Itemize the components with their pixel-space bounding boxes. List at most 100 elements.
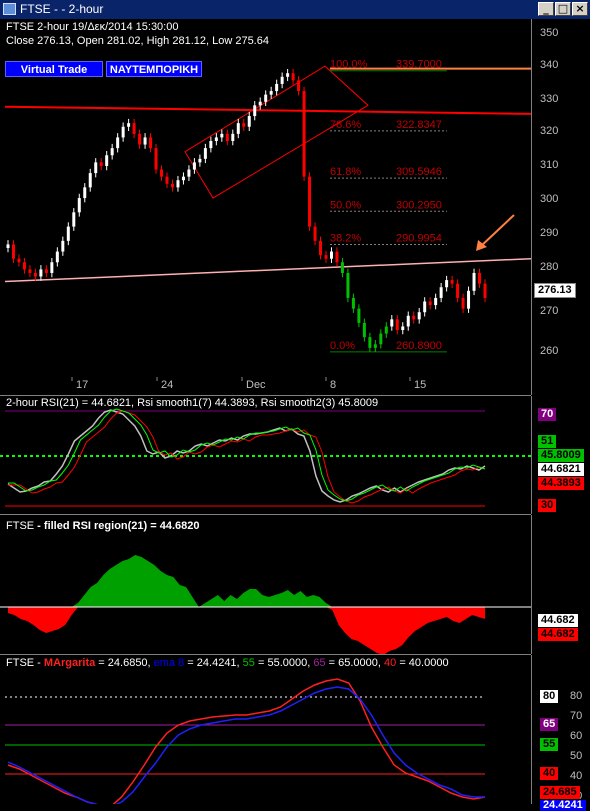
candle-body xyxy=(220,133,224,138)
margarita-header-part: = 40.0000 xyxy=(396,657,449,669)
candle-body xyxy=(302,91,306,177)
maximize-button[interactable]: □ xyxy=(555,2,571,16)
margarita-tick: 70 xyxy=(570,710,583,722)
margarita-header-part: = 55.0000, xyxy=(254,657,314,669)
candle-body xyxy=(209,141,213,149)
candle-body xyxy=(297,80,301,92)
candle-body xyxy=(225,133,229,141)
candle-body xyxy=(335,251,339,263)
minimize-button[interactable]: _ xyxy=(538,2,554,16)
fib-value-label: 300.2950 xyxy=(396,199,442,211)
candle-body xyxy=(456,283,460,298)
candle-body xyxy=(105,155,109,166)
candle-body xyxy=(269,91,273,95)
candle-body xyxy=(22,262,26,270)
rsi-pane[interactable]: 2-hour RSI(21) = 44.6821, Rsi smooth1(7)… xyxy=(0,396,531,515)
margarita-header-part: 65 xyxy=(313,657,326,669)
price-tick: 270 xyxy=(540,305,559,317)
candle-body xyxy=(116,137,120,149)
price-pane[interactable]: 100.0% 339.7000 78.6% 322.8347 61.8% 309.5946… xyxy=(0,19,531,396)
close-button[interactable]: × xyxy=(572,2,588,16)
marg-badge-80: 80 xyxy=(540,690,559,703)
virtual-trade-button[interactable]: Virtual Trade xyxy=(5,61,103,77)
marg-badge-40: 40 xyxy=(540,767,559,780)
candle-body xyxy=(434,297,438,306)
candle-body xyxy=(340,262,344,273)
candle-body xyxy=(412,315,416,320)
fib-value-label: 309.5946 xyxy=(396,166,442,178)
candle-body xyxy=(187,169,191,177)
candle-body xyxy=(154,148,158,170)
candle-body xyxy=(373,344,377,348)
margarita-header-part: = 24.4241, xyxy=(184,657,243,669)
candle-body xyxy=(55,251,59,263)
candle-body xyxy=(467,290,471,309)
filled-rsi-scale[interactable]: 44.682 44.682 xyxy=(531,515,590,654)
margarita-header: FTSE - MArgarita = 24.6850, ema 8 = 24.4… xyxy=(6,657,449,669)
candle-body xyxy=(181,176,185,181)
candle-body xyxy=(428,301,432,306)
candle-body xyxy=(368,337,372,348)
candle-body xyxy=(44,269,48,273)
rsi-badge-51: 51 xyxy=(538,435,557,448)
fib-pct-label: 50.0% xyxy=(330,199,361,211)
price-scale[interactable]: 350 340 330 320 310 300 290 280 270 260 … xyxy=(531,19,590,395)
candle-body xyxy=(351,297,355,309)
window-titlebar[interactable]: FTSE - - 2-hour _ □ × xyxy=(0,0,590,20)
candle-body xyxy=(280,76,284,84)
rsi-badge-value: 44.6821 xyxy=(538,463,584,476)
candle-body xyxy=(176,180,180,188)
filled-rsi-title: - filled RSI region(21) = 44.6820 xyxy=(34,520,200,532)
margarita-scale[interactable]: 80 70 60 50 40 30 80 65 55 40 24.685 24.… xyxy=(531,655,590,811)
candle-body xyxy=(138,133,142,145)
price-tick: 290 xyxy=(540,227,559,239)
rsi-chart[interactable] xyxy=(0,396,531,514)
margarita-chart[interactable] xyxy=(0,655,531,804)
margarita-header-part: = 24.6850, xyxy=(95,657,154,669)
marg-badge-65: 65 xyxy=(540,718,559,731)
candle-body xyxy=(61,240,65,252)
margarita-header-part: 55 xyxy=(242,657,255,669)
fib-pct-label: 61.8% xyxy=(330,166,361,178)
candle-body xyxy=(198,158,202,163)
date-label: 15 xyxy=(414,379,426,391)
candle-body xyxy=(472,272,476,291)
margarita-header-part: 40 xyxy=(384,657,397,669)
filled-rsi-badge-red: 44.682 xyxy=(538,628,578,641)
candle-body xyxy=(6,244,10,248)
filled-rsi-chart[interactable] xyxy=(0,515,531,654)
fib-pct-label: 0.0% xyxy=(330,340,355,352)
rsi-badge-smooth2: 45.8009 xyxy=(538,449,584,462)
candle-body xyxy=(33,272,37,277)
rsi-below-region xyxy=(8,607,485,654)
margarita-tick: 40 xyxy=(570,770,583,782)
candle-body xyxy=(203,148,207,159)
fib-value-label: 260.8900 xyxy=(396,340,442,352)
app-icon xyxy=(3,3,16,15)
candle-body xyxy=(39,269,43,277)
candle-body xyxy=(264,94,268,102)
candle-body xyxy=(461,297,465,309)
candle-body xyxy=(324,255,328,259)
rsi-above-region xyxy=(8,555,485,607)
rsi-scale[interactable]: 70 51 45.8009 44.6821 44.3893 30 xyxy=(531,396,590,514)
candle-body xyxy=(192,162,196,170)
margarita-header-part: FTSE xyxy=(6,657,35,669)
filled-rsi-pane[interactable]: FTSE - filled RSI region(21) = 44.6820 xyxy=(0,515,531,655)
candle-body xyxy=(214,137,218,141)
price-tick: 300 xyxy=(540,193,559,205)
naftemporiki-button[interactable]: ΝΑΥΤΕΜΠΟΡΙΚΗ xyxy=(106,61,202,77)
candle-body xyxy=(94,162,98,174)
margarita-header-part: ema 8 xyxy=(153,657,185,669)
candle-body xyxy=(406,315,410,327)
marg-badge-margarita: 24.685 xyxy=(540,786,580,799)
margarita-tick: 50 xyxy=(570,750,583,762)
candle-body xyxy=(362,322,366,338)
candle-body xyxy=(132,123,136,134)
window-title: FTSE - - 2-hour xyxy=(20,2,104,16)
marg-badge-ema: 24.4241 xyxy=(540,800,586,811)
candle-body xyxy=(401,326,405,331)
margarita-pane[interactable]: FTSE - MArgarita = 24.6850, ema 8 = 24.4… xyxy=(0,655,531,804)
candle-body xyxy=(357,308,361,323)
candle-body xyxy=(165,176,169,184)
